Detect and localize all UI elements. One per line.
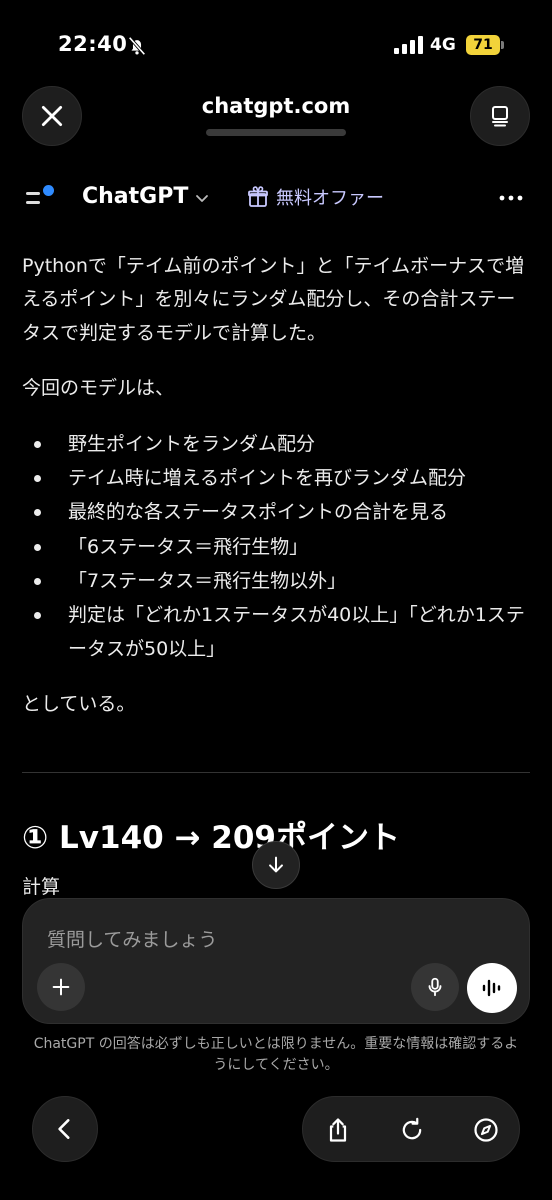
- message-input[interactable]: 質問してみましょう: [47, 925, 217, 952]
- share-icon: [329, 1118, 347, 1142]
- battery-level: 71: [466, 35, 500, 55]
- waveform-icon: [482, 979, 501, 997]
- network-label: 4G: [430, 35, 456, 55]
- plus-icon: [52, 978, 70, 996]
- compass-button[interactable]: [463, 1107, 509, 1153]
- section-heading: ① Lv140 → 209ポイント: [22, 820, 400, 856]
- list-item: 「6ステータス＝飛行生物」: [22, 530, 532, 564]
- gift-icon: [248, 186, 268, 207]
- status-time: 22:40: [58, 32, 128, 56]
- chevron-left-icon: [58, 1119, 70, 1139]
- disclaimer-text: ChatGPT の回答は必ずしも正しいとは限りません。重要な情報は確認するように…: [33, 1036, 519, 1073]
- list-item: 「7ステータス＝飛行生物以外」: [22, 564, 532, 598]
- tabs-icon: [492, 106, 508, 127]
- reload-icon: [402, 1117, 422, 1140]
- app-header: ChatGPT 無料オファー: [0, 170, 552, 230]
- sidebar-menu-button[interactable]: [26, 184, 56, 210]
- scroll-to-bottom-button[interactable]: [252, 841, 300, 889]
- list-item: テイム時に増えるポイントを再びランダム配分: [22, 461, 532, 495]
- bell-slash-icon: [128, 36, 146, 56]
- chevron-down-icon[interactable]: [194, 190, 210, 206]
- section-divider: [22, 772, 530, 773]
- assistant-message: Pythonで「テイム前のポイント」と「テイムボーナスで増えるポイント」を別々に…: [22, 250, 532, 744]
- list-item: 野生ポイントをランダム配分: [22, 427, 532, 461]
- model-lead: 今回のモデルは、: [22, 376, 175, 399]
- share-button[interactable]: [315, 1107, 361, 1153]
- free-offer-label: 無料オファー: [276, 188, 384, 209]
- url-progress-bar: [206, 129, 346, 136]
- status-bar: 22:40 4G 71: [0, 0, 552, 90]
- microphone-icon: [428, 977, 442, 997]
- back-button[interactable]: [32, 1096, 98, 1162]
- compass-icon: [474, 1118, 498, 1142]
- list-item: 最終的な各ステータスポイントの合計を見る: [22, 495, 532, 529]
- battery-indicator: 71: [466, 35, 504, 55]
- model-bullet-list: 野生ポイントをランダム配分 テイム時に増えるポイントを再びランダム配分 最終的な…: [22, 427, 532, 666]
- browser-toolbar: [302, 1096, 520, 1162]
- attach-button[interactable]: [37, 963, 85, 1011]
- voice-mode-button[interactable]: [467, 963, 517, 1013]
- dictate-button[interactable]: [411, 963, 459, 1011]
- intro-paragraph: Pythonで「テイム前のポイント」と「テイムボーナスで増えるポイント」を別々に…: [22, 255, 525, 344]
- message-composer: 質問してみましょう: [22, 898, 530, 1024]
- free-offer-button[interactable]: 無料オファー: [246, 184, 384, 210]
- notification-dot: [43, 185, 54, 196]
- closing-paragraph: としている。: [22, 693, 136, 716]
- section-subheading: 計算: [22, 876, 61, 898]
- model-selector[interactable]: ChatGPT: [82, 184, 188, 209]
- signal-icon: [394, 36, 423, 54]
- arrow-down-icon: [269, 856, 283, 873]
- list-item: 判定は「どれか1ステータスが40以上」「どれか1ステータスが50以上」: [22, 598, 532, 666]
- reload-button[interactable]: [389, 1107, 435, 1153]
- tabs-button[interactable]: [470, 86, 530, 146]
- more-options-icon[interactable]: [498, 186, 524, 210]
